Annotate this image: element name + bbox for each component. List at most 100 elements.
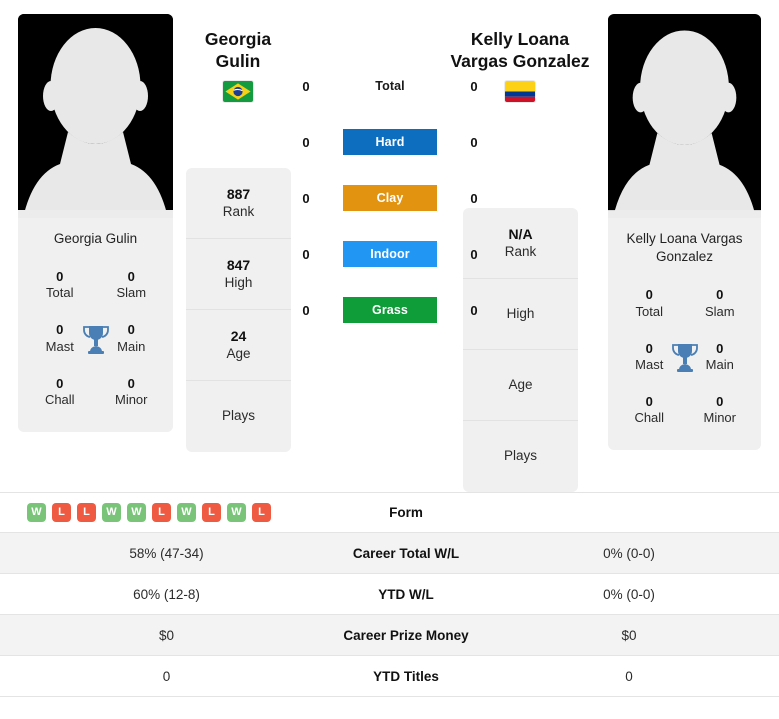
- right-rank-label: Rank: [504, 243, 537, 259]
- ytd-wl-right: 0% (0-0): [603, 586, 655, 602]
- form-badge: L: [202, 503, 221, 522]
- table-row-ytd-titles: 0 YTD Titles 0: [0, 656, 779, 697]
- right-titles-minor-value: 0: [716, 393, 724, 409]
- ytd-wl-left: 60% (12-8): [133, 586, 200, 602]
- table-row-career-total-wl: 58% (47-34) Career Total W/L 0% (0-0): [0, 533, 779, 574]
- left-titles-mast-label: Mast: [45, 338, 74, 354]
- form-badge: W: [177, 503, 196, 522]
- left-player-card-name: Georgia Gulin: [53, 231, 138, 246]
- surface-row-grass: 0 Grass 0: [296, 282, 484, 338]
- left-titles-slam-label: Slam: [116, 285, 147, 301]
- form-row-label: Form: [389, 505, 423, 520]
- surface-row-indoor: 0 Indoor 0: [296, 226, 484, 282]
- form-badge: L: [52, 503, 71, 522]
- surface-grass-label: Grass: [343, 297, 437, 323]
- right-high-label: High: [506, 305, 535, 321]
- right-titles-mast-label: Mast: [635, 356, 664, 372]
- table-row-form: W L L W W L W L W L Form: [0, 493, 779, 533]
- ytd-wl-label: YTD W/L: [378, 586, 434, 602]
- table-row-career-prize-money: $0 Career Prize Money $0: [0, 615, 779, 656]
- right-plays-cell: Plays: [463, 421, 578, 492]
- form-badge: W: [127, 503, 146, 522]
- left-player-titles-card: Georgia Gulin 0 Total 0 Slam 0 Mast 0 Ma…: [18, 216, 173, 432]
- surface-grass-right-value: 0: [470, 302, 478, 318]
- form-badge: L: [77, 503, 96, 522]
- left-high-label: High: [224, 274, 253, 290]
- right-age-label: Age: [508, 376, 533, 392]
- right-titles-minor: 0 Minor: [685, 387, 756, 434]
- left-titles-main: 0 Main: [96, 315, 168, 362]
- left-titles-slam: 0 Slam: [96, 262, 168, 309]
- right-titles-chall-label: Chall: [634, 409, 665, 425]
- right-rank-value: N/A: [508, 225, 533, 242]
- form-badge: W: [102, 503, 121, 522]
- stats-comparison-table: W L L W W L W L W L Form 58% (47-34) Car…: [0, 492, 779, 697]
- surface-total-label: Total: [375, 79, 405, 93]
- left-rank-cell: 887 Rank: [186, 168, 291, 239]
- left-rank-value: 887: [226, 185, 251, 202]
- left-titles-grid: 0 Total 0 Slam 0 Mast 0 Main 0 Chall 0 M…: [24, 262, 167, 415]
- left-titles-minor-label: Minor: [114, 391, 148, 407]
- left-titles-minor: 0 Minor: [96, 369, 168, 416]
- career-total-wl-left: 58% (47-34): [129, 545, 204, 561]
- right-titles-mast-value: 0: [645, 340, 653, 356]
- career-total-wl-right: 0% (0-0): [603, 545, 655, 561]
- left-titles-mast-value: 0: [56, 322, 64, 338]
- form-left-cell: W L L W W L W L W L: [0, 503, 333, 522]
- left-player-first-name: Georgia: [204, 29, 272, 49]
- left-titles-mast: 0 Mast: [24, 315, 96, 362]
- surface-hard-right-value: 0: [470, 134, 478, 150]
- right-titles-chall: 0 Chall: [614, 387, 685, 434]
- ytd-titles-right: 0: [625, 668, 633, 684]
- right-age-cell: Age: [463, 350, 578, 421]
- surface-indoor-right-value: 0: [470, 246, 478, 262]
- left-titles-total-value: 0: [56, 269, 64, 285]
- surface-indoor-left-value: 0: [302, 246, 310, 262]
- left-age-value: 24: [230, 327, 247, 344]
- left-titles-chall: 0 Chall: [24, 369, 96, 416]
- surface-hard-left-value: 0: [302, 134, 310, 150]
- left-player-heading: Georgia Gulin: [148, 28, 328, 102]
- right-titles-main-value: 0: [716, 340, 724, 356]
- left-titles-main-value: 0: [127, 322, 135, 338]
- right-titles-total-label: Total: [635, 303, 663, 319]
- career-total-wl-label: Career Total W/L: [352, 545, 460, 561]
- right-titles-slam: 0 Slam: [685, 280, 756, 327]
- left-titles-chall-value: 0: [56, 375, 64, 391]
- player-comparison-page: Georgia Gulin 0 Total 0 Slam 0 Mast 0 Ma…: [0, 0, 779, 719]
- right-titles-main-label: Main: [705, 356, 734, 372]
- right-titles-slam-value: 0: [716, 287, 724, 303]
- left-plays-label: Plays: [221, 408, 255, 424]
- left-age-cell: 24 Age: [186, 310, 291, 381]
- right-plays-label: Plays: [503, 448, 537, 464]
- right-player-photo: [608, 14, 761, 218]
- left-titles-total: 0 Total: [24, 262, 96, 309]
- left-age-label: Age: [226, 345, 251, 361]
- comparison-header: Georgia Gulin 0 Total 0 Slam 0 Mast 0 Ma…: [0, 0, 779, 492]
- surface-indoor-label: Indoor: [343, 241, 437, 267]
- form-badge: L: [252, 503, 271, 522]
- right-titles-total: 0 Total: [614, 280, 685, 327]
- right-titles-minor-label: Minor: [703, 409, 736, 425]
- right-player-heading: Kelly Loana Vargas Gonzalez: [430, 28, 610, 102]
- right-titles-total-value: 0: [645, 287, 653, 303]
- right-titles-main: 0 Main: [685, 334, 756, 381]
- left-form-badges: W L L W W L W L W L: [0, 503, 333, 522]
- right-player-column: Kelly Loana Vargas Gonzalez 0 Total 0 Sl…: [608, 14, 761, 450]
- right-titles-chall-value: 0: [645, 393, 653, 409]
- career-prize-money-right: $0: [621, 627, 637, 643]
- surface-row-clay: 0 Clay 0: [296, 170, 484, 226]
- ytd-titles-label: YTD Titles: [373, 668, 439, 684]
- right-player-card-name: Kelly Loana Vargas Gonzalez: [626, 231, 743, 265]
- left-high-cell: 847 High: [186, 239, 291, 310]
- surface-clay-right-value: 0: [470, 190, 478, 206]
- left-titles-chall-label: Chall: [44, 391, 75, 407]
- left-rank-label: Rank: [222, 203, 255, 219]
- left-high-value: 847: [226, 256, 251, 273]
- surface-grass-left-value: 0: [302, 302, 310, 318]
- ytd-titles-left: 0: [162, 668, 171, 684]
- left-titles-total-label: Total: [46, 285, 74, 301]
- left-titles-minor-value: 0: [127, 375, 135, 391]
- right-titles-grid: 0 Total 0 Slam 0 Mast 0 Main 0 Chall 0 M…: [614, 280, 755, 433]
- right-player-first-name: Kelly Loana: [470, 29, 570, 49]
